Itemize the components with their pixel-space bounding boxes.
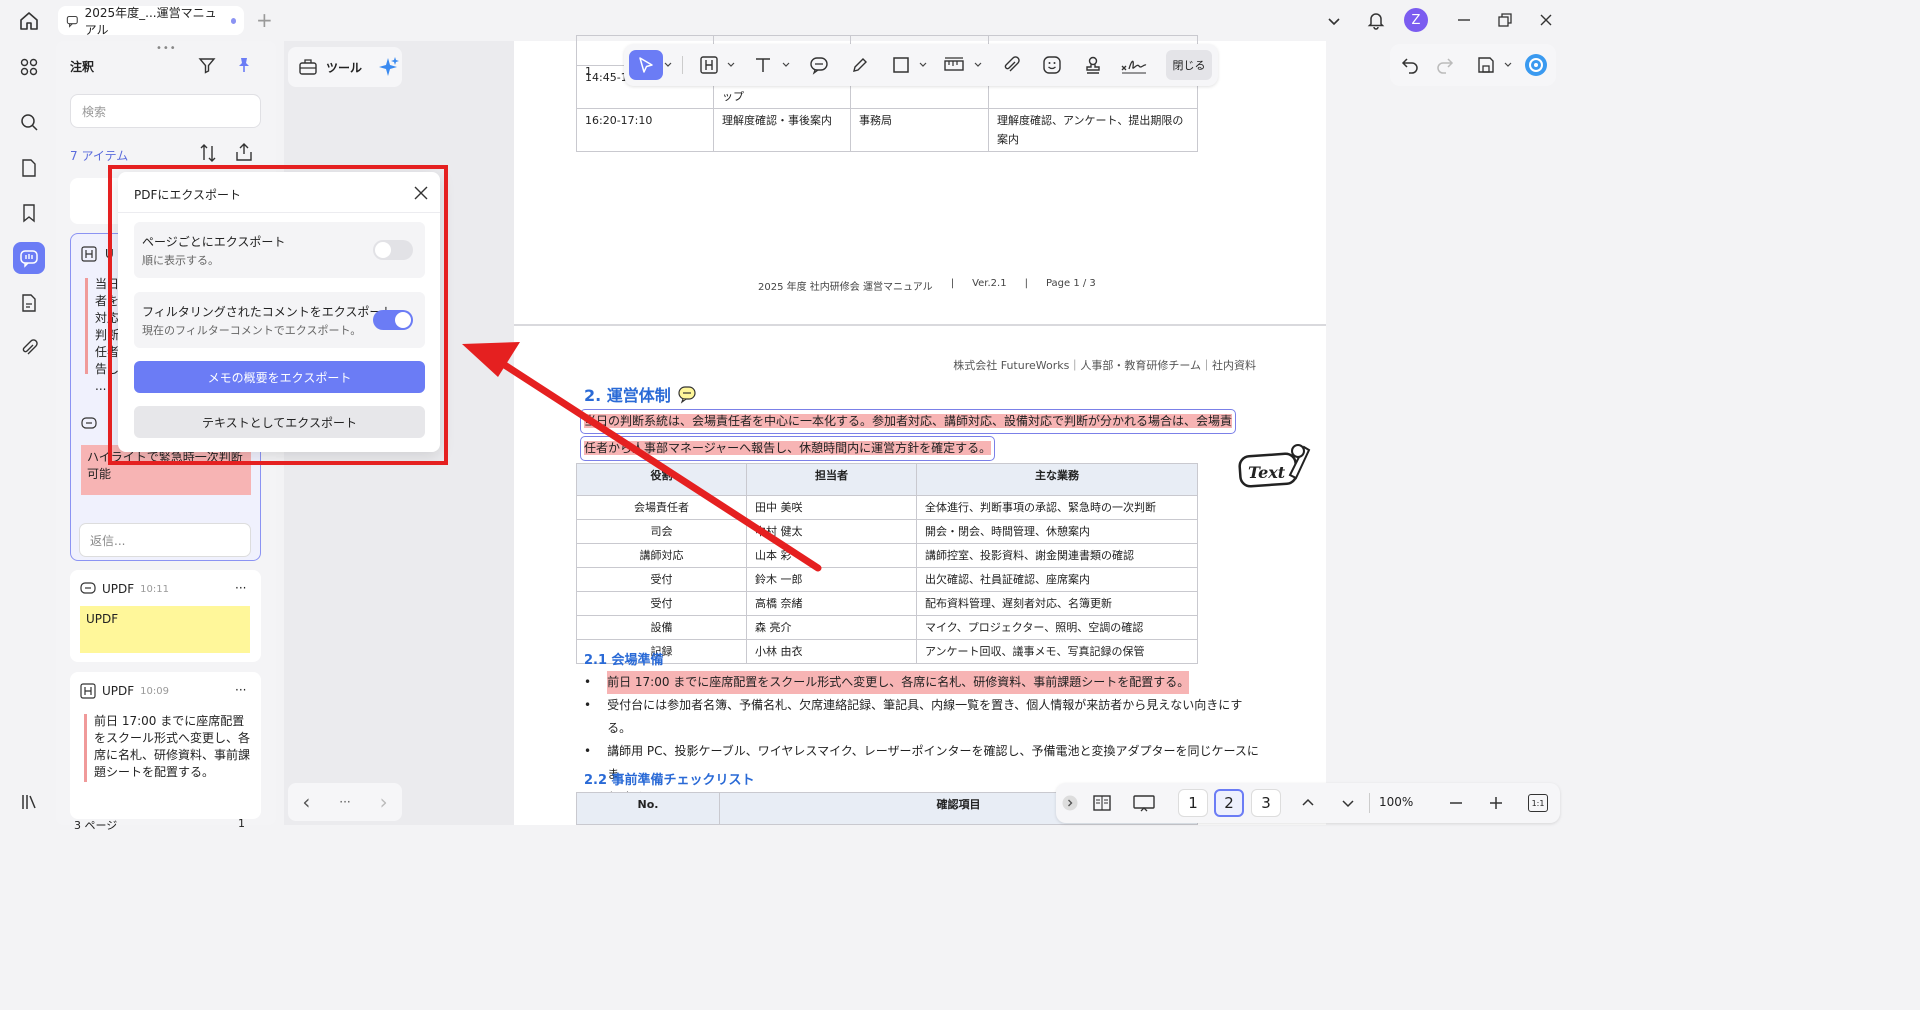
page-button-3[interactable]: 3 <box>1251 789 1281 817</box>
chevron-up-icon[interactable] <box>1300 795 1316 811</box>
zoom-in-icon[interactable] <box>1488 795 1504 811</box>
zoom-level[interactable]: 100% <box>1379 795 1413 809</box>
chevron-down-icon[interactable] <box>1340 795 1356 811</box>
two-page-view-icon[interactable] <box>1092 793 1112 813</box>
red-highlight-box <box>108 165 448 465</box>
collapse-icon[interactable] <box>1062 795 1078 811</box>
page-button-1[interactable]: 1 <box>1178 789 1208 817</box>
presentation-icon[interactable] <box>1132 793 1156 813</box>
actual-size-button[interactable]: 1:1 <box>1528 794 1548 812</box>
separator <box>1369 793 1370 813</box>
page-navigation-bar: 1 2 3 100% 1:1 <box>1056 783 1560 823</box>
zoom-out-icon[interactable] <box>1448 795 1464 811</box>
page-button-2[interactable]: 2 <box>1214 789 1244 817</box>
